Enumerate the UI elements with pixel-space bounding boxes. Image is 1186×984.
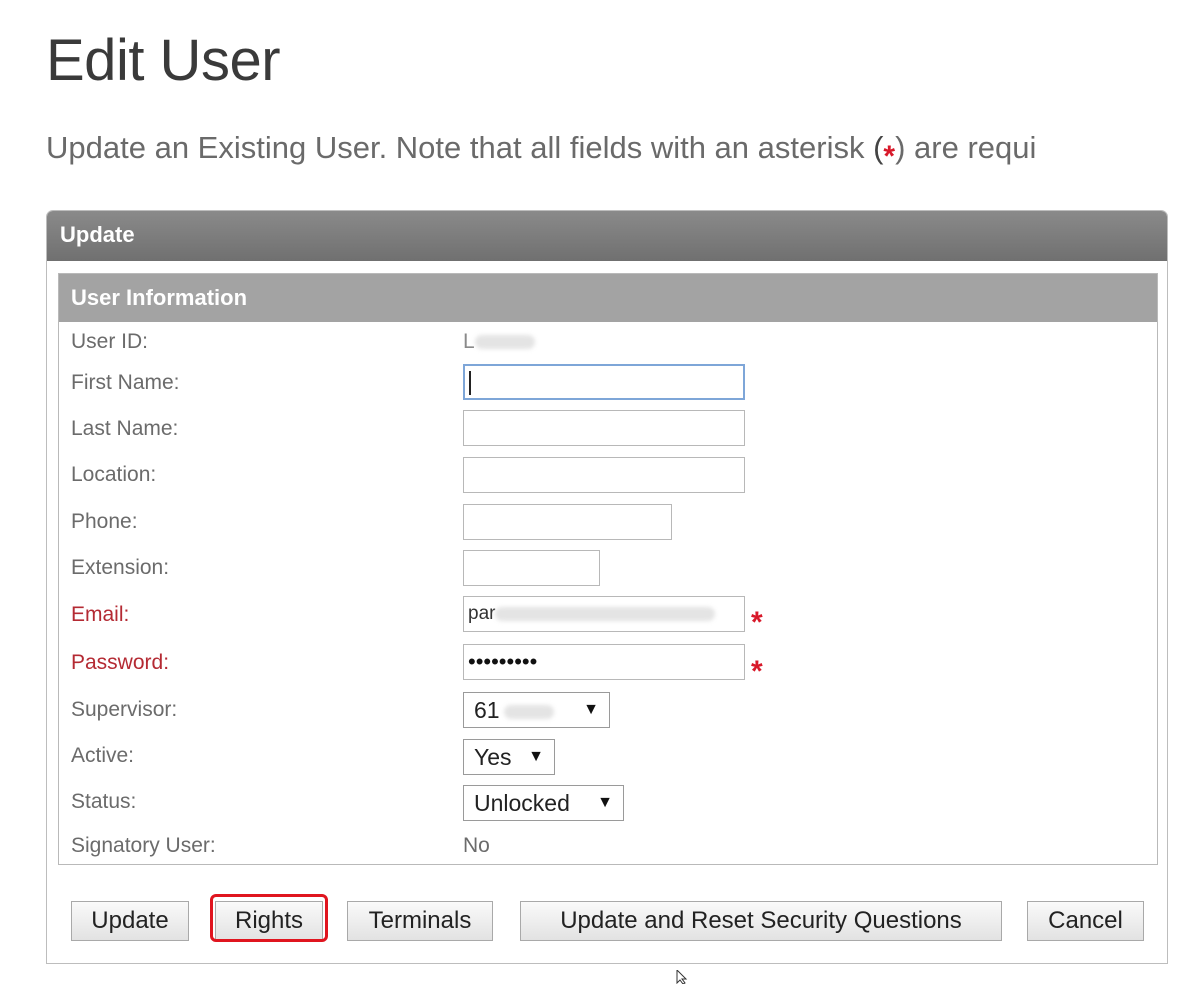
user-id-text: L — [463, 330, 475, 353]
email-input[interactable]: par — [463, 596, 745, 632]
dropdown-arrow-icon: ▼ — [597, 794, 613, 811]
update-reset-security-questions-button[interactable]: Update and Reset Security Questions — [520, 901, 1002, 941]
cancel-button[interactable]: Cancel — [1027, 901, 1144, 941]
active-value: Yes — [474, 744, 512, 770]
first-name-input[interactable] — [463, 364, 745, 400]
supervisor-label: Supervisor: — [71, 698, 178, 721]
intro-asterisk-icon: * — [883, 140, 896, 169]
user-information-header: User Information — [59, 274, 1157, 322]
rights-highlight-outline — [210, 894, 328, 942]
intro-text: Update an Existing User. Note that all f… — [46, 130, 874, 165]
extension-input[interactable] — [463, 550, 600, 586]
active-select[interactable]: Yes ▼ — [463, 739, 555, 775]
supervisor-value: 61 — [474, 697, 500, 723]
email-value: par — [468, 603, 496, 624]
signatory-label: Signatory User: — [71, 834, 216, 857]
terminals-button[interactable]: Terminals — [347, 901, 493, 941]
dropdown-arrow-icon: ▼ — [528, 748, 544, 765]
location-input[interactable] — [463, 457, 745, 493]
required-asterisk-icon: * — [751, 655, 763, 688]
update-button[interactable]: Update — [71, 901, 189, 941]
redacted-blur — [495, 606, 716, 621]
active-label: Active: — [71, 744, 135, 767]
status-value: Unlocked — [474, 790, 570, 816]
password-input[interactable]: ••••••••• — [463, 644, 745, 680]
user-id-value: L — [463, 327, 535, 357]
password-label: Password: — [71, 651, 170, 674]
first-name-label: First Name: — [71, 371, 180, 394]
update-panel: Update User Information User ID: L First… — [46, 210, 1168, 964]
status-select[interactable]: Unlocked ▼ — [463, 785, 624, 821]
supervisor-select[interactable]: 61 ▼ — [463, 692, 610, 728]
user-id-label: User ID: — [71, 330, 149, 353]
phone-label: Phone: — [71, 510, 138, 533]
last-name-input[interactable] — [463, 410, 745, 446]
required-asterisk-icon: * — [751, 606, 763, 639]
signatory-value: No — [463, 834, 490, 857]
intro-paren-open: ( — [873, 130, 884, 165]
redacted-blur — [474, 335, 535, 350]
page-title: Edit User — [46, 28, 281, 93]
update-panel-header: Update — [47, 211, 1167, 261]
mouse-pointer-icon — [676, 970, 688, 984]
phone-input[interactable] — [463, 504, 672, 540]
redacted-blur — [503, 704, 554, 719]
user-information-section: User Information User ID: L First Name: … — [58, 273, 1158, 865]
dropdown-arrow-icon: ▼ — [583, 701, 599, 718]
last-name-label: Last Name: — [71, 417, 179, 440]
intro-text-end: ) are requi — [895, 130, 1037, 165]
status-label: Status: — [71, 790, 137, 813]
page-intro: Update an Existing User. Note that all f… — [46, 128, 1186, 169]
location-label: Location: — [71, 463, 157, 486]
text-caret — [469, 370, 471, 395]
extension-label: Extension: — [71, 556, 170, 579]
email-label: Email: — [71, 603, 130, 626]
